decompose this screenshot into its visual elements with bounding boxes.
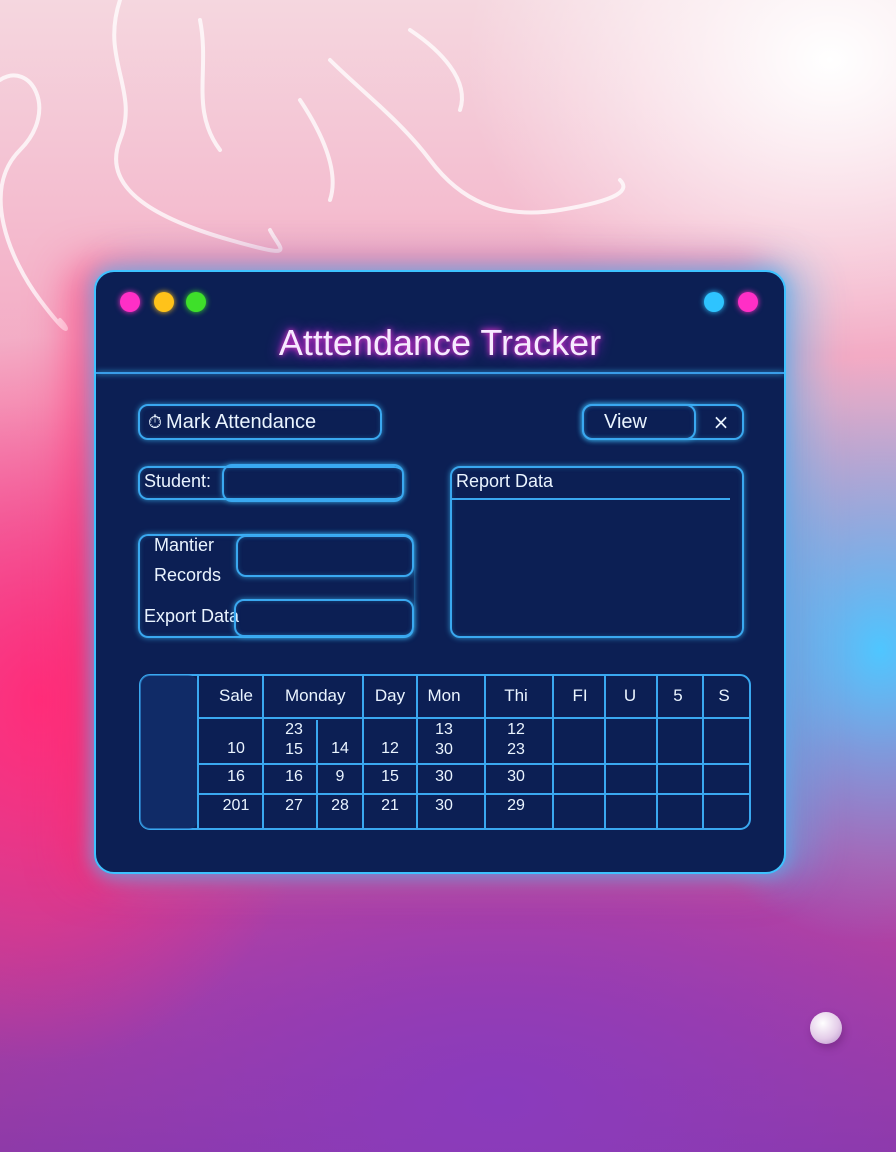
mantier-records-input[interactable] (236, 535, 414, 577)
mark-attendance-label: Mark Attendance (166, 410, 317, 433)
app-title: Atttendance Tracker (278, 322, 602, 363)
student-input[interactable] (222, 464, 404, 502)
table-header-cell[interactable]: Day (360, 686, 420, 706)
mantier-label-line1: Mantier (154, 535, 215, 555)
mantier-label-line2: Records (154, 565, 222, 585)
report-data-title: Report Data (456, 471, 554, 491)
close-icon[interactable]: × (706, 404, 736, 440)
table-cell: 30 (435, 768, 453, 785)
window-maximize-dot[interactable] (186, 292, 206, 312)
table-cell: 30 (507, 768, 525, 785)
view-button[interactable]: View (582, 404, 696, 440)
table-cell: 13 30 (435, 721, 453, 758)
app-window: Atttendance Tracker ⏱ Mark Attendance Vi… (94, 270, 786, 874)
mantier-label: Mantier Records (154, 530, 221, 590)
clock-icon: ⏱ (148, 411, 163, 432)
table-header-cell[interactable]: Mon (414, 686, 474, 706)
table-cell: 16 (227, 768, 245, 785)
table-header-cell[interactable]: S (694, 686, 754, 706)
table-cell: 12 (381, 740, 399, 757)
window-status-dot-blue (704, 292, 724, 312)
table-cell: 21 (381, 797, 399, 814)
export-data-input[interactable] (234, 599, 414, 637)
table-header-cell[interactable]: Sale (206, 686, 266, 706)
table-cell: 29 (507, 797, 525, 814)
view-label: View (604, 410, 647, 433)
report-title-underline (452, 498, 730, 500)
table-header-cell[interactable]: Monday (285, 686, 345, 706)
table-cell: 15 (381, 768, 399, 785)
table-header-cell[interactable]: Thi (486, 686, 546, 706)
table-cell: 201 (222, 797, 250, 814)
mark-attendance-button[interactable]: ⏱ Mark Attendance (138, 404, 382, 440)
background-bead-decoration (810, 1012, 842, 1044)
table-cell: 12 23 (507, 721, 525, 758)
window-minimize-dot[interactable] (154, 292, 174, 312)
student-label: Student: (144, 471, 212, 491)
export-data-label: Export Data (144, 606, 240, 626)
title-divider (96, 372, 784, 374)
table-cell: 30 (435, 797, 453, 814)
window-status-dot-pink (738, 292, 758, 312)
table-cell: 10 (227, 740, 245, 757)
window-close-dot[interactable] (120, 292, 140, 312)
